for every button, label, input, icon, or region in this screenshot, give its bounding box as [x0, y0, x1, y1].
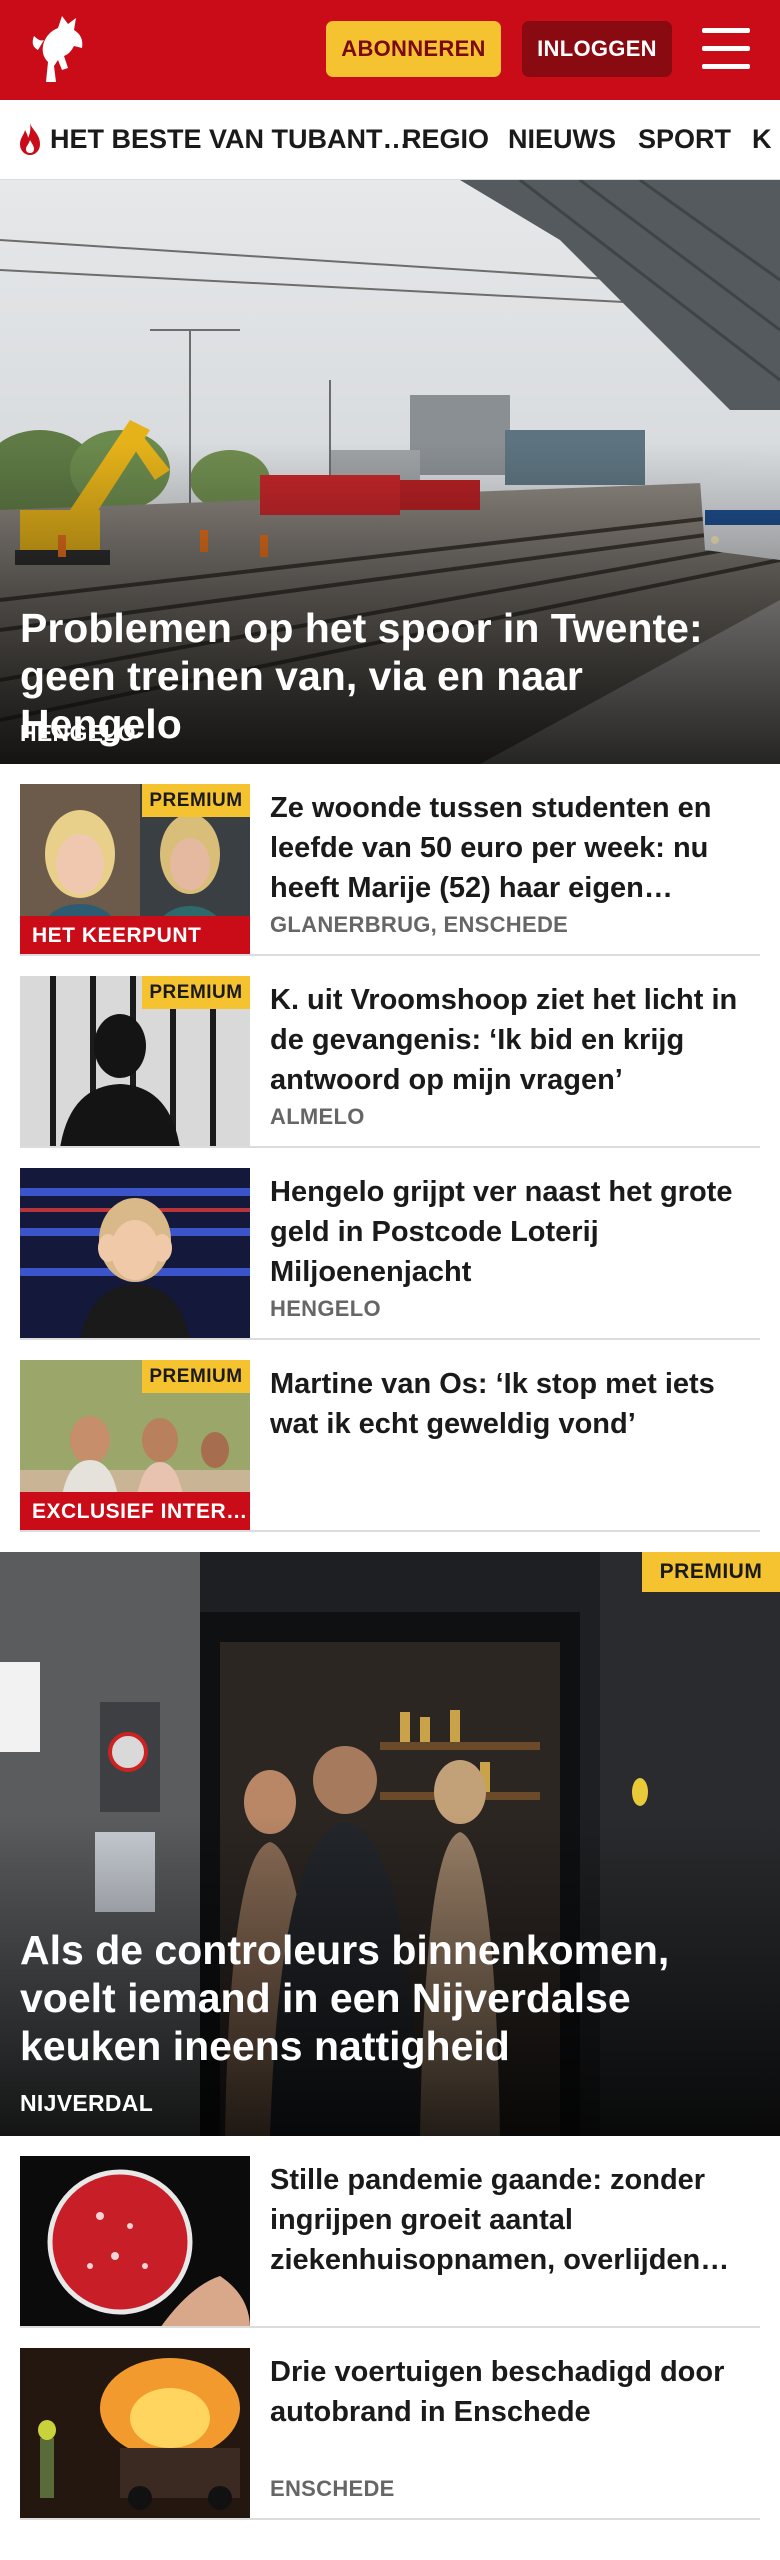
- premium-badge: PREMIUM: [142, 784, 250, 817]
- premium-badge: PREMIUM: [142, 1360, 250, 1393]
- hero-title[interactable]: Als de controleurs binnenkomen, voelt ie…: [20, 1926, 750, 2070]
- list-item[interactable]: PREMIUM HET KEERPUNT Ze woonde tussen st…: [0, 764, 780, 956]
- premium-badge: PREMIUM: [142, 976, 250, 1009]
- article-title[interactable]: K. uit Vroomshoop ziet het licht in de g…: [270, 980, 750, 1100]
- article-thumbnail: PREMIUM: [20, 976, 250, 1148]
- hero-article-controleurs[interactable]: PREMIUM Als de controleurs binnenkomen, …: [0, 1552, 780, 2136]
- article-title[interactable]: Ze woonde tussen studenten en leefde van…: [270, 788, 750, 908]
- login-button[interactable]: INLOGGEN: [522, 21, 672, 77]
- nav-item-partial[interactable]: K: [752, 124, 772, 155]
- nav-item-sport[interactable]: SPORT: [638, 124, 731, 155]
- list-item[interactable]: Stille pandemie gaande: zonder ingrijpen…: [0, 2136, 780, 2328]
- hero-location: NIJVERDAL: [20, 2090, 154, 2116]
- article-tag: HET KEERPUNT: [20, 916, 250, 956]
- list-item[interactable]: PREMIUM K. uit Vroomshoop ziet het licht…: [0, 956, 780, 1148]
- article-thumbnail: [20, 2156, 250, 2328]
- article-thumbnail: [20, 1168, 250, 1340]
- article-location: GLANERBRUG, ENSCHEDE: [270, 912, 569, 937]
- article-thumbnail: [20, 2348, 250, 2520]
- list-item[interactable]: PREMIUM EXCLUSIEF INTER… Martine van Os:…: [0, 1340, 780, 1532]
- section-nav: HET BESTE VAN TUBANT… REGIO NIEUWS SPORT…: [0, 100, 780, 180]
- premium-badge: PREMIUM: [642, 1552, 780, 1592]
- article-thumbnail: PREMIUM HET KEERPUNT: [20, 784, 250, 956]
- article-title[interactable]: Hengelo grijpt ver naast het grote geld …: [270, 1172, 750, 1292]
- hamburger-menu-icon[interactable]: [700, 24, 752, 74]
- subscribe-button[interactable]: ABONNEREN: [326, 21, 501, 77]
- article-location: ENSCHEDE: [270, 2476, 395, 2501]
- hero-location: HENGELO: [20, 720, 136, 746]
- top-header: ABONNEREN INLOGGEN: [0, 0, 780, 100]
- article-title[interactable]: Martine van Os: ‘Ik stop met iets wat ik…: [270, 1364, 750, 1444]
- fire-icon: [20, 123, 40, 155]
- nav-item-regio[interactable]: REGIO: [402, 124, 489, 155]
- list-item[interactable]: Drie voertuigen beschadigd door autobran…: [0, 2328, 780, 2520]
- article-tag: EXCLUSIEF INTER…: [20, 1492, 250, 1532]
- horse-logo-icon[interactable]: [18, 10, 108, 90]
- nav-item-nieuws[interactable]: NIEUWS: [508, 124, 616, 155]
- nav-item-best-of[interactable]: HET BESTE VAN TUBANT…: [50, 124, 410, 155]
- article-thumbnail: PREMIUM EXCLUSIEF INTER…: [20, 1360, 250, 1532]
- article-title[interactable]: Stille pandemie gaande: zonder ingrijpen…: [270, 2160, 750, 2280]
- list-item[interactable]: Hengelo grijpt ver naast het grote geld …: [0, 1148, 780, 1340]
- article-title[interactable]: Drie voertuigen beschadigd door autobran…: [270, 2352, 750, 2432]
- hero-article-train[interactable]: Problemen op het spoor in Twente: geen t…: [0, 180, 780, 764]
- article-location: HENGELO: [270, 1296, 381, 1321]
- article-location: ALMELO: [270, 1104, 365, 1129]
